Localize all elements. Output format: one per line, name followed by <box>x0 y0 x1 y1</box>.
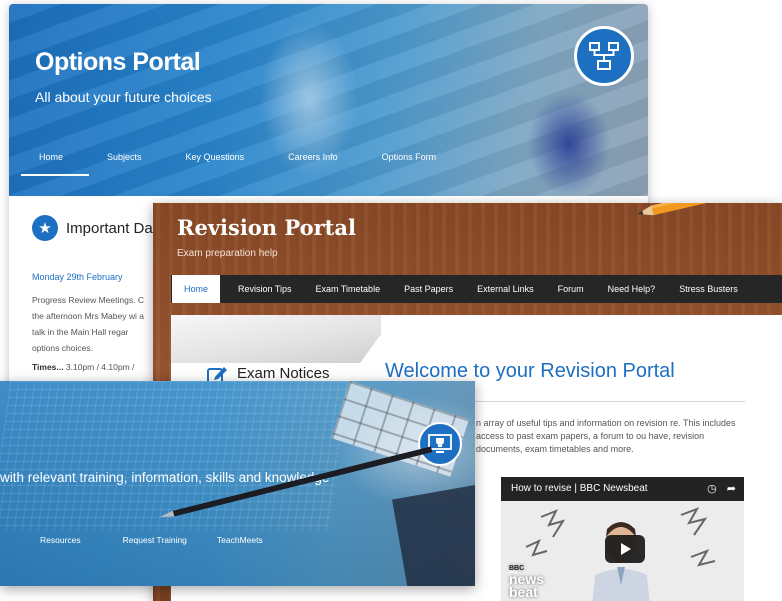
revision-portal-subtitle: Exam preparation help <box>177 248 278 259</box>
revision-nav-forum[interactable]: Forum <box>546 275 596 303</box>
times-label: Times... <box>32 362 64 372</box>
options-portal-subtitle: All about your future choices <box>35 89 212 105</box>
options-nav-subjects[interactable]: Subjects <box>89 152 168 176</box>
revision-portal-title: Revision Portal <box>177 215 356 240</box>
video-controls: ◷ ➦ <box>707 482 736 495</box>
training-nav-teachmeets[interactable]: TeachMeets <box>217 535 263 545</box>
video-title: How to revise | BBC Newsbeat <box>511 483 648 494</box>
training-nav-request-training[interactable]: Request Training <box>123 535 187 545</box>
training-portal-window: with relevant training, information, ski… <box>0 381 475 586</box>
exam-notices-heading: Exam Notices <box>237 365 330 382</box>
event-description: Progress Review Meetings. C the afternoo… <box>32 295 144 353</box>
welcome-heading: Welcome to your Revision Portal <box>385 360 675 382</box>
bbc-newsbeat-logo: BBC news beat <box>509 559 544 599</box>
trophy-screen-icon <box>418 422 462 466</box>
page-curl-decoration <box>171 315 381 363</box>
bbc-beat-text: beat <box>509 584 538 600</box>
welcome-body-text: n array of useful tips and information o… <box>476 418 736 454</box>
training-nav: Resources Request Training TeachMeets <box>0 535 263 545</box>
revision-nav-past-papers[interactable]: Past Papers <box>392 275 465 303</box>
event-times: Times... 3.10pm / 4.10pm / <box>32 362 134 372</box>
notebook-image <box>0 381 351 531</box>
times-value: 3.10pm / 4.10pm / <box>65 362 135 372</box>
revision-nav: Home Revision Tips Exam Timetable Past P… <box>171 275 782 303</box>
revision-nav-exam-timetable[interactable]: Exam Timetable <box>304 275 393 303</box>
options-portal-title: Options Portal <box>35 48 201 76</box>
sitemap-icon <box>574 26 634 86</box>
training-nav-resources[interactable]: Resources <box>40 535 81 545</box>
revision-nav-stress-busters[interactable]: Stress Busters <box>667 275 750 303</box>
options-nav-options-form[interactable]: Options Form <box>364 152 463 176</box>
clock-icon[interactable]: ◷ <box>707 482 717 495</box>
event-date: Monday 29th February <box>32 272 123 282</box>
play-icon <box>621 543 631 555</box>
revision-nav-external-links[interactable]: External Links <box>465 275 546 303</box>
important-dates-heading: Important Da <box>66 220 153 237</box>
share-icon[interactable]: ➦ <box>727 482 736 495</box>
revision-nav-revision-tips[interactable]: Revision Tips <box>226 275 304 303</box>
options-nav: Home Subjects Key Questions Careers Info… <box>21 152 462 176</box>
options-hero-banner: Options Portal All about your future cho… <box>9 4 648 196</box>
options-nav-careers-info[interactable]: Careers Info <box>270 152 364 176</box>
portal-collage: Options Portal All about your future cho… <box>0 0 782 601</box>
desk-shadow <box>392 483 475 586</box>
options-nav-home[interactable]: Home <box>21 152 90 176</box>
play-button[interactable] <box>605 535 645 563</box>
revision-nav-home[interactable]: Home <box>172 275 221 303</box>
star-icon: ★ <box>32 215 58 241</box>
video-embed[interactable]: How to revise | BBC Newsbeat ◷ ➦ BBC new… <box>501 477 744 601</box>
options-nav-key-questions[interactable]: Key Questions <box>168 152 271 176</box>
revision-nav-need-help[interactable]: Need Help? <box>596 275 668 303</box>
pencil-icon <box>637 203 782 216</box>
